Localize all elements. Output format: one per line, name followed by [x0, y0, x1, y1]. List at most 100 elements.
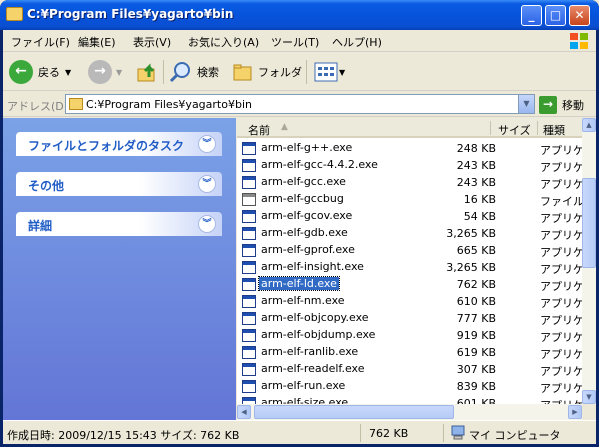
back-button[interactable]: ← 戻る ▼	[9, 53, 71, 91]
menu-edit[interactable]: 編集(E)	[78, 34, 116, 50]
address-dropdown-icon[interactable]: ▼	[518, 95, 534, 113]
window-title: C:¥Program Files¥yagarto¥bin	[27, 7, 234, 21]
scroll-down-icon[interactable]: ▼	[582, 390, 596, 404]
go-label: 移動	[562, 99, 584, 112]
close-button[interactable]: ✕	[569, 5, 590, 26]
chevron-down-icon[interactable]: ︾	[198, 175, 216, 193]
scroll-thumb[interactable]	[254, 405, 454, 419]
views-dropdown-icon[interactable]: ▼	[339, 68, 345, 77]
file-name: arm-elf-objcopy.exe	[261, 311, 369, 324]
up-folder-button[interactable]	[136, 53, 158, 91]
chevron-down-icon[interactable]: ︾	[198, 215, 216, 233]
file-row[interactable]: arm-elf-size.exe 601 KB アプリケー	[237, 395, 582, 404]
file-row[interactable]: arm-elf-gcov.exe 54 KB アプリケー	[237, 208, 582, 225]
file-type: アプリケー	[540, 348, 582, 361]
file-type: アプリケー	[540, 331, 582, 344]
file-size: 601 KB	[456, 397, 496, 404]
file-name: arm-elf-g++.exe	[261, 141, 353, 154]
folders-label: フォルダ	[258, 66, 302, 79]
status-divider	[360, 424, 361, 442]
maximize-button[interactable]: □	[545, 5, 566, 26]
file-size: 619 KB	[456, 346, 496, 359]
back-dropdown-icon[interactable]: ▼	[65, 68, 71, 77]
search-label: 検索	[197, 66, 219, 79]
status-location: マイ コンピュータ	[469, 429, 561, 442]
menu-help[interactable]: ヘルプ(H)	[332, 34, 382, 50]
views-button[interactable]: ▼	[314, 53, 345, 91]
file-row[interactable]: arm-elf-objcopy.exe 777 KB アプリケー	[237, 310, 582, 327]
go-button[interactable]: → 移動	[539, 95, 584, 115]
file-row[interactable]: arm-elf-gccbug 16 KB ファイル	[237, 191, 582, 208]
folder-icon	[69, 98, 83, 110]
file-row[interactable]: arm-elf-gcc-4.4.2.exe 243 KB アプリケー	[237, 157, 582, 174]
folder-icon	[6, 7, 23, 21]
address-value: C:¥Program Files¥yagarto¥bin	[86, 98, 252, 111]
file-type: アプリケー	[540, 161, 582, 174]
folders-icon	[233, 64, 252, 81]
file-name: arm-elf-size.exe	[261, 396, 349, 404]
horizontal-scrollbar[interactable]: ◀ ▶	[237, 404, 582, 420]
file-type: アプリケー	[540, 397, 582, 404]
file-row[interactable]: arm-elf-ld.exe 762 KB アプリケー	[237, 276, 582, 293]
file-size: 248 KB	[456, 142, 496, 155]
vertical-scrollbar[interactable]: ▲ ▼	[582, 118, 596, 404]
go-arrow-icon: →	[539, 96, 557, 114]
file-row[interactable]: arm-elf-gdb.exe 3,265 KB アプリケー	[237, 225, 582, 242]
file-type: ファイル	[540, 195, 582, 208]
file-name: arm-elf-ld.exe	[258, 276, 340, 291]
file-row[interactable]: arm-elf-insight.exe 3,265 KB アプリケー	[237, 259, 582, 276]
file-row[interactable]: arm-elf-objdump.exe 919 KB アプリケー	[237, 327, 582, 344]
toolbar-separator	[163, 60, 164, 84]
scroll-up-icon[interactable]: ▲	[582, 118, 596, 132]
scroll-corner	[582, 404, 596, 420]
exe-icon	[242, 142, 256, 155]
menu-file[interactable]: ファイル(F)	[11, 34, 70, 50]
forward-dropdown-icon[interactable]: ▼	[116, 68, 122, 77]
menu-tools[interactable]: ツール(T)	[271, 34, 319, 50]
title-bar[interactable]: C:¥Program Files¥yagarto¥bin _ □ ✕	[0, 0, 599, 30]
file-row[interactable]: arm-elf-run.exe 839 KB アプリケー	[237, 378, 582, 395]
file-row[interactable]: arm-elf-nm.exe 610 KB アプリケー	[237, 293, 582, 310]
minimize-button[interactable]: _	[521, 5, 542, 26]
search-button[interactable]: 検索	[169, 53, 219, 91]
toolbar: ← 戻る ▼ → ▼ 検索 フォルダ ▼	[3, 53, 596, 91]
task-panel-other[interactable]: その他 ︾	[16, 172, 222, 196]
file-row[interactable]: arm-elf-g++.exe 248 KB アプリケー	[237, 140, 582, 157]
status-bar: 作成日時: 2009/12/15 15:43 サイズ: 762 KB 762 K…	[3, 420, 596, 444]
file-name: arm-elf-readelf.exe	[261, 362, 365, 375]
menu-favorites[interactable]: お気に入り(A)	[188, 34, 259, 50]
file-row[interactable]: arm-elf-gcc.exe 243 KB アプリケー	[237, 174, 582, 191]
menu-view[interactable]: 表示(V)	[133, 34, 171, 50]
exe-icon	[242, 227, 256, 240]
file-row[interactable]: arm-elf-ranlib.exe 619 KB アプリケー	[237, 344, 582, 361]
task-panel-file-folder[interactable]: ファイルとフォルダのタスク ︾	[16, 132, 222, 156]
file-name: arm-elf-gcov.exe	[261, 209, 353, 222]
file-size: 307 KB	[456, 363, 496, 376]
file-name: arm-elf-ranlib.exe	[261, 345, 359, 358]
file-row[interactable]: arm-elf-gprof.exe 665 KB アプリケー	[237, 242, 582, 259]
file-name: arm-elf-nm.exe	[261, 294, 345, 307]
file-name: arm-elf-run.exe	[261, 379, 346, 392]
task-panel-details[interactable]: 詳細 ︾	[16, 212, 222, 236]
file-row[interactable]: arm-elf-readelf.exe 307 KB アプリケー	[237, 361, 582, 378]
back-arrow-icon: ←	[9, 60, 33, 84]
exe-icon	[242, 210, 256, 223]
folders-button[interactable]: フォルダ	[232, 53, 302, 91]
exe-icon	[242, 261, 256, 274]
file-type: アプリケー	[540, 297, 582, 310]
file-name: arm-elf-gcc-4.4.2.exe	[261, 158, 378, 171]
exe-icon	[242, 312, 256, 325]
file-name: arm-elf-insight.exe	[261, 260, 364, 273]
scroll-thumb[interactable]	[582, 178, 596, 268]
scroll-right-icon[interactable]: ▶	[568, 405, 582, 419]
file-size: 762 KB	[456, 278, 496, 291]
file-size: 54 KB	[463, 210, 496, 223]
chevron-down-icon[interactable]: ︾	[198, 135, 216, 153]
file-size: 919 KB	[456, 329, 496, 342]
scroll-left-icon[interactable]: ◀	[237, 405, 251, 419]
file-name: arm-elf-objdump.exe	[261, 328, 376, 341]
file-size: 16 KB	[463, 193, 496, 206]
file-type: アプリケー	[540, 382, 582, 395]
forward-button[interactable]: → ▼	[88, 53, 122, 91]
address-input[interactable]: C:¥Program Files¥yagarto¥bin ▼	[65, 94, 535, 114]
